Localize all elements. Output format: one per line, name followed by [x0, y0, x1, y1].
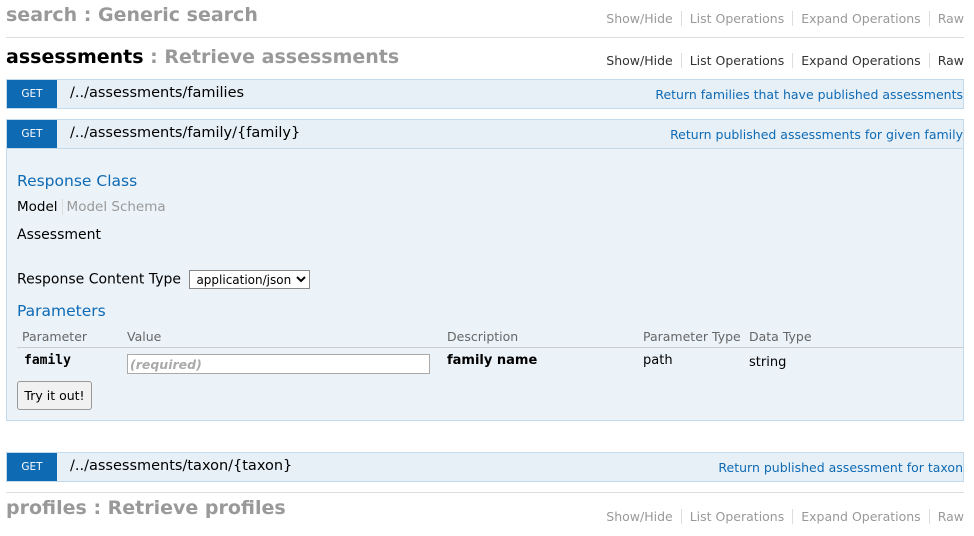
operation-taxon[interactable]: GET /../assessments/taxon/{taxon} Return…	[6, 452, 964, 482]
resource-search-heading: search : Generic search Show/Hide List Op…	[6, 0, 964, 38]
resource-search-title[interactable]: search : Generic search	[6, 4, 258, 26]
operation-family-content: Response Class Model Model Schema Assessm…	[6, 149, 964, 421]
operation-path[interactable]: /../assessments/taxon/{taxon}	[70, 458, 292, 474]
raw-link[interactable]: Raw	[930, 11, 964, 26]
expand-operations-link[interactable]: Expand Operations	[793, 11, 930, 26]
model-tabs: Model Model Schema	[17, 199, 166, 215]
try-it-out-button[interactable]: Try it out!	[17, 381, 92, 410]
resource-profiles-heading: profiles : Retrieve profiles Show/Hide Li…	[6, 492, 964, 530]
operation-summary[interactable]: Return published assessments for given f…	[670, 127, 963, 142]
raw-link[interactable]: Raw	[930, 53, 964, 68]
http-verb-badge[interactable]: GET	[7, 120, 57, 148]
parameters-title: Parameters	[17, 302, 106, 320]
param-header-data-type: Data Type	[749, 329, 812, 344]
list-operations-link[interactable]: List Operations	[681, 509, 794, 524]
tab-model[interactable]: Model	[17, 199, 63, 215]
model-name: Assessment	[17, 227, 101, 243]
resource-assessments-title[interactable]: assessments : Retrieve assessments	[6, 46, 399, 68]
content-type-label: Response Content Type	[17, 271, 181, 288]
resource-profiles-options: Show/Hide List Operations Expand Operation…	[598, 509, 964, 524]
http-verb-badge[interactable]: GET	[7, 453, 57, 481]
param-header-value: Value	[127, 329, 162, 344]
list-operations-link[interactable]: List Operations	[681, 53, 794, 68]
resource-profiles-title[interactable]: profiles : Retrieve profiles	[6, 497, 286, 519]
operation-families[interactable]: GET /../assessments/families Return fami…	[6, 79, 964, 109]
param-data-type: string	[749, 355, 787, 370]
operation-summary[interactable]: Return published assessment for taxon	[718, 460, 963, 475]
expand-operations-link[interactable]: Expand Operations	[793, 53, 930, 68]
content-type-select[interactable]: application/json	[189, 270, 311, 289]
param-name: family	[24, 353, 71, 368]
response-class-title: Response Class	[17, 172, 138, 190]
param-header-parameter: Parameter	[22, 329, 88, 344]
raw-link[interactable]: Raw	[930, 509, 964, 524]
resource-assessments-options: Show/Hide List Operations Expand Operation…	[598, 53, 964, 68]
response-content-type: Response Content Type application/json	[17, 270, 311, 289]
param-type: path	[643, 353, 673, 368]
operation-family[interactable]: GET /../assessments/family/{family} Retu…	[6, 119, 964, 149]
show-hide-link[interactable]: Show/Hide	[598, 11, 682, 26]
param-table-divider	[17, 347, 963, 348]
param-header-parameter-type: Parameter Type	[643, 329, 741, 344]
expand-operations-link[interactable]: Expand Operations	[793, 509, 930, 524]
show-hide-link[interactable]: Show/Hide	[598, 509, 682, 524]
show-hide-link[interactable]: Show/Hide	[598, 53, 682, 68]
tab-model-schema[interactable]: Model Schema	[63, 199, 166, 215]
param-header-description: Description	[447, 329, 519, 344]
family-input[interactable]	[127, 354, 430, 374]
resource-assessments-heading: assessments : Retrieve assessments Show/…	[6, 42, 964, 80]
operation-path[interactable]: /../assessments/family/{family}	[70, 125, 300, 141]
list-operations-link[interactable]: List Operations	[681, 11, 794, 26]
resource-search-options: Show/Hide List Operations Expand Operation…	[598, 11, 964, 26]
param-description: family name	[447, 353, 538, 368]
operation-path[interactable]: /../assessments/families	[70, 85, 244, 101]
http-verb-badge[interactable]: GET	[7, 80, 57, 108]
operation-summary[interactable]: Return families that have published asse…	[655, 87, 963, 102]
